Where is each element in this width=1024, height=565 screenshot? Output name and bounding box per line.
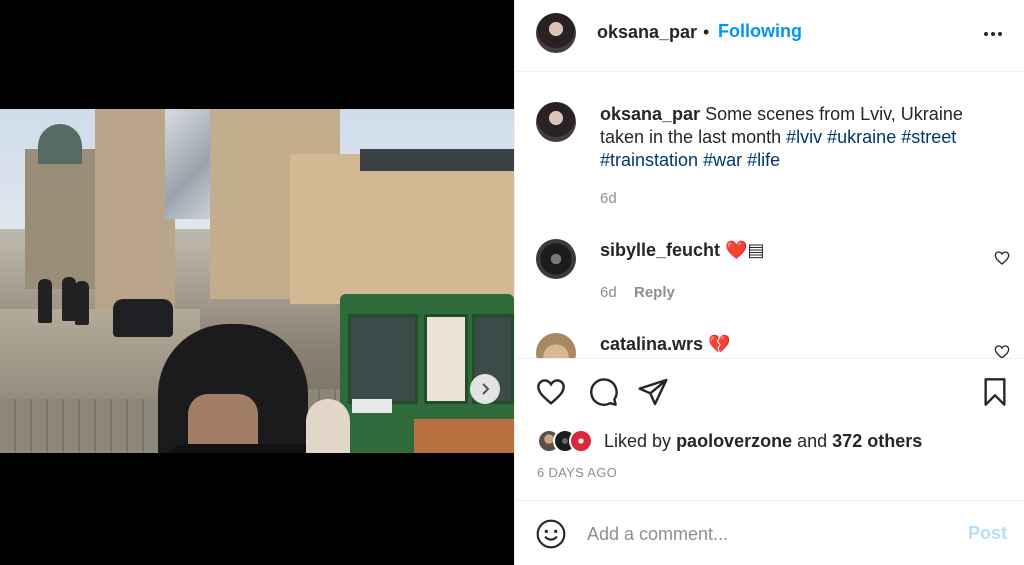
bg-person [38, 279, 52, 323]
comment-username[interactable]: catalina.wrs [600, 334, 703, 354]
post-header: oksana_par • Following [515, 0, 1024, 72]
liker-avatar [569, 429, 593, 453]
hashtag[interactable]: #trainstation [600, 150, 698, 170]
post-details-panel: oksana_par • Following oksana_par Some s… [514, 0, 1024, 565]
comments-section: oksana_par Some scenes from Lviv, Ukrain… [515, 72, 1024, 358]
comment-avatar[interactable] [536, 239, 576, 279]
post-comment-button[interactable]: Post [968, 523, 1007, 544]
author-avatar[interactable] [536, 13, 576, 53]
caption-time[interactable]: 6d [600, 190, 617, 207]
hashtag[interactable]: #life [747, 150, 780, 170]
reply-button[interactable]: Reply [634, 284, 675, 301]
comment-avatar[interactable] [536, 333, 576, 358]
post-actions: Liked by paoloverzone and 372 others 6 D… [515, 358, 1024, 500]
likes-summary[interactable]: Liked by paoloverzone and 372 others [604, 431, 922, 452]
church-dome [38, 124, 82, 164]
post-timestamp[interactable]: 6 DAYS AGO [537, 465, 617, 480]
post-media [0, 0, 514, 565]
author-username[interactable]: oksana_par [597, 22, 697, 43]
like-heart-icon[interactable] [535, 376, 567, 408]
liked-by-and: and [797, 431, 828, 451]
hooded-person [158, 324, 393, 453]
tram-window [424, 314, 468, 404]
chevron-right-icon [482, 383, 490, 395]
comment-text: 💔 [708, 334, 731, 354]
emoji-icon[interactable] [535, 518, 567, 550]
more-horizontal-icon[interactable] [981, 22, 1005, 46]
second-person [306, 399, 350, 453]
caption: oksana_par Some scenes from Lviv, Ukrain… [600, 103, 1000, 172]
hashtag[interactable]: #ukraine [827, 127, 896, 147]
comment-item: catalina.wrs 💔 [600, 334, 731, 355]
comment-input[interactable] [587, 519, 947, 549]
liked-by-user[interactable]: paoloverzone [676, 431, 792, 451]
comment-like-icon[interactable] [994, 250, 1010, 266]
church-building [25, 149, 95, 289]
add-comment-bar: Post [515, 500, 1024, 565]
comment-username[interactable]: sibylle_feucht [600, 240, 720, 260]
share-icon[interactable] [637, 376, 669, 408]
liked-by-others[interactable]: 372 others [832, 431, 922, 451]
following-button[interactable]: Following [718, 21, 802, 42]
comment-like-icon[interactable] [994, 344, 1010, 358]
roof [360, 149, 514, 171]
liked-by-prefix: Liked by [604, 431, 672, 451]
hashtag[interactable]: #war [703, 150, 742, 170]
liked-by-avatars[interactable] [537, 428, 593, 454]
coat [158, 444, 393, 453]
post-photo[interactable] [0, 109, 514, 453]
bg-person [62, 277, 76, 321]
hashtag[interactable]: #lviv [786, 127, 822, 147]
comment-item: sibylle_feucht ❤️▤ [600, 240, 764, 261]
comment-icon[interactable] [587, 376, 619, 408]
tower-building [95, 109, 175, 309]
tram-ad [414, 419, 514, 453]
separator-dot: • [703, 22, 710, 42]
comment-time[interactable]: 6d [600, 284, 617, 301]
caption-username[interactable]: oksana_par [600, 104, 700, 124]
save-bookmark-icon[interactable] [979, 376, 1011, 408]
caption-avatar[interactable] [536, 102, 576, 142]
bg-person [75, 281, 89, 325]
comment-text: ❤️▤ [725, 240, 765, 260]
hashtag[interactable]: #street [901, 127, 956, 147]
right-building [290, 154, 514, 304]
carousel-next-button[interactable] [470, 374, 500, 404]
